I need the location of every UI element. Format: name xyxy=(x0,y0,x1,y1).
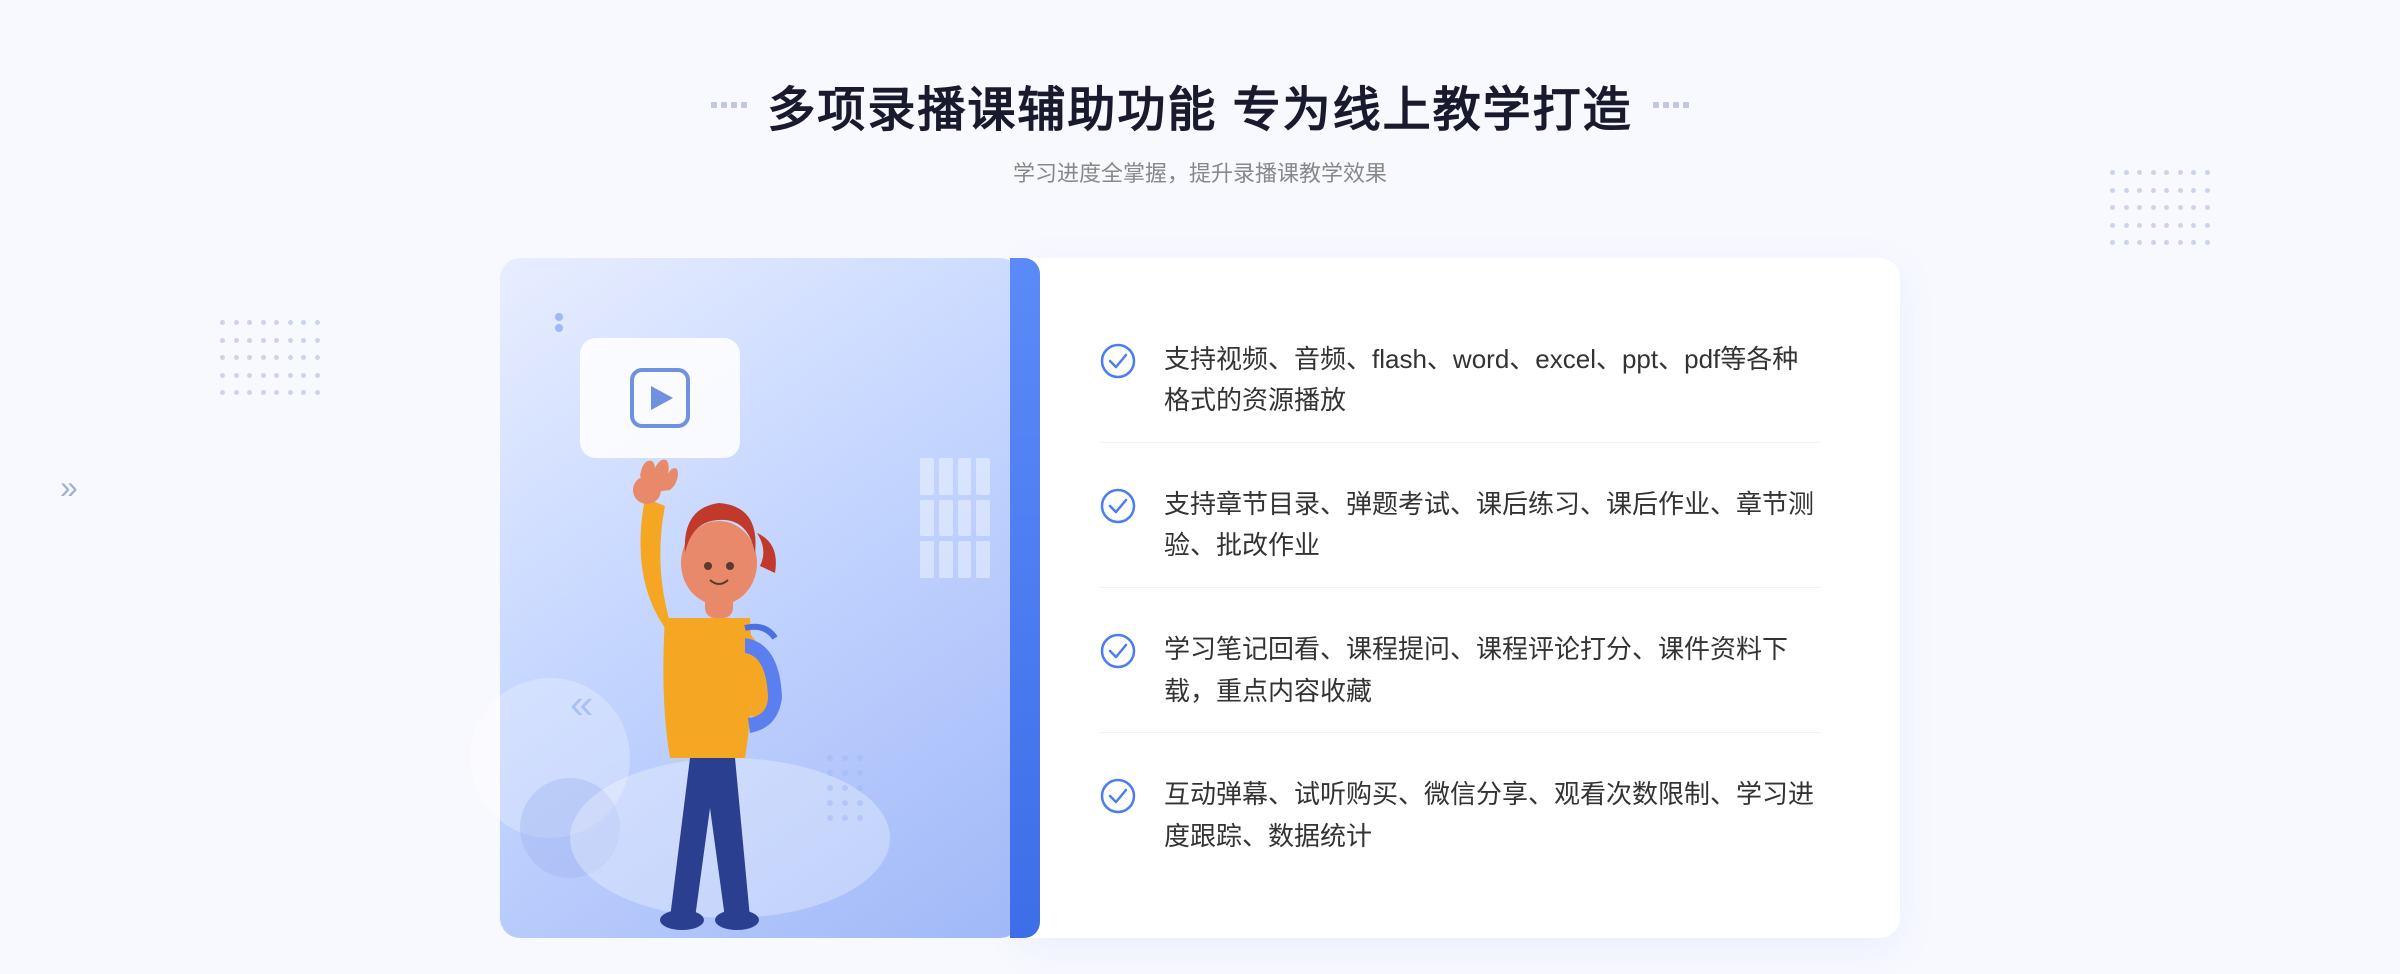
feature-text-1: 支持视频、音频、flash、word、excel、ppt、pdf等各种格式的资源… xyxy=(1164,339,1820,422)
blue-bar xyxy=(1010,258,1040,938)
person-illustration: « xyxy=(550,358,930,938)
feature-text-4: 互动弹幕、试听购买、微信分享、观看次数限制、学习进度跟踪、数据统计 xyxy=(1164,774,1820,857)
bg-dots-right xyxy=(2110,170,2210,250)
main-title: 多项录播课辅助功能 专为线上教学打造 xyxy=(767,70,1632,140)
chevron-right-icon[interactable]: » xyxy=(60,471,78,503)
feature-text-3: 学习笔记回看、课程提问、课程评论打分、课件资料下载，重点内容收藏 xyxy=(1164,629,1820,712)
deco-stripes xyxy=(920,458,990,578)
feature-item-3: 学习笔记回看、课程提问、课程评论打分、课件资料下载，重点内容收藏 xyxy=(1100,609,1820,733)
check-icon-2 xyxy=(1100,488,1136,524)
illustration-card: « xyxy=(500,258,1020,938)
svg-text:«: « xyxy=(570,680,593,727)
decorator-dots-right xyxy=(1653,102,1689,108)
main-content: « xyxy=(500,238,1900,958)
bg-dots-left xyxy=(220,320,320,400)
sub-title: 学习进度全掌握，提升录播课教学效果 xyxy=(711,156,1688,188)
page-container: » 多项录播课辅助功能 专为线上教学打造 学习进度全掌握，提升录播课教学效果 xyxy=(0,0,2400,974)
header-decorators: 多项录播课辅助功能 专为线上教学打造 xyxy=(711,70,1688,140)
check-icon-1 xyxy=(1100,343,1136,379)
feature-item-2: 支持章节目录、弹题考试、课后练习、课后作业、章节测验、批改作业 xyxy=(1100,464,1820,588)
check-icon-3 xyxy=(1100,633,1136,669)
feature-text-2: 支持章节目录、弹题考试、课后练习、课后作业、章节测验、批改作业 xyxy=(1164,484,1820,567)
nav-arrows-left[interactable]: » xyxy=(60,471,78,503)
feature-item-1: 支持视频、音频、flash、word、excel、ppt、pdf等各种格式的资源… xyxy=(1100,319,1820,443)
features-panel: 支持视频、音频、flash、word、excel、ppt、pdf等各种格式的资源… xyxy=(1020,258,1900,938)
decorator-dots-left xyxy=(711,102,747,108)
sparkle-decoration xyxy=(555,313,563,332)
header-section: 多项录播课辅助功能 专为线上教学打造 学习进度全掌握，提升录播课教学效果 xyxy=(711,0,1688,188)
check-icon-4 xyxy=(1100,778,1136,814)
feature-item-4: 互动弹幕、试听购买、微信分享、观看次数限制、学习进度跟踪、数据统计 xyxy=(1100,754,1820,877)
